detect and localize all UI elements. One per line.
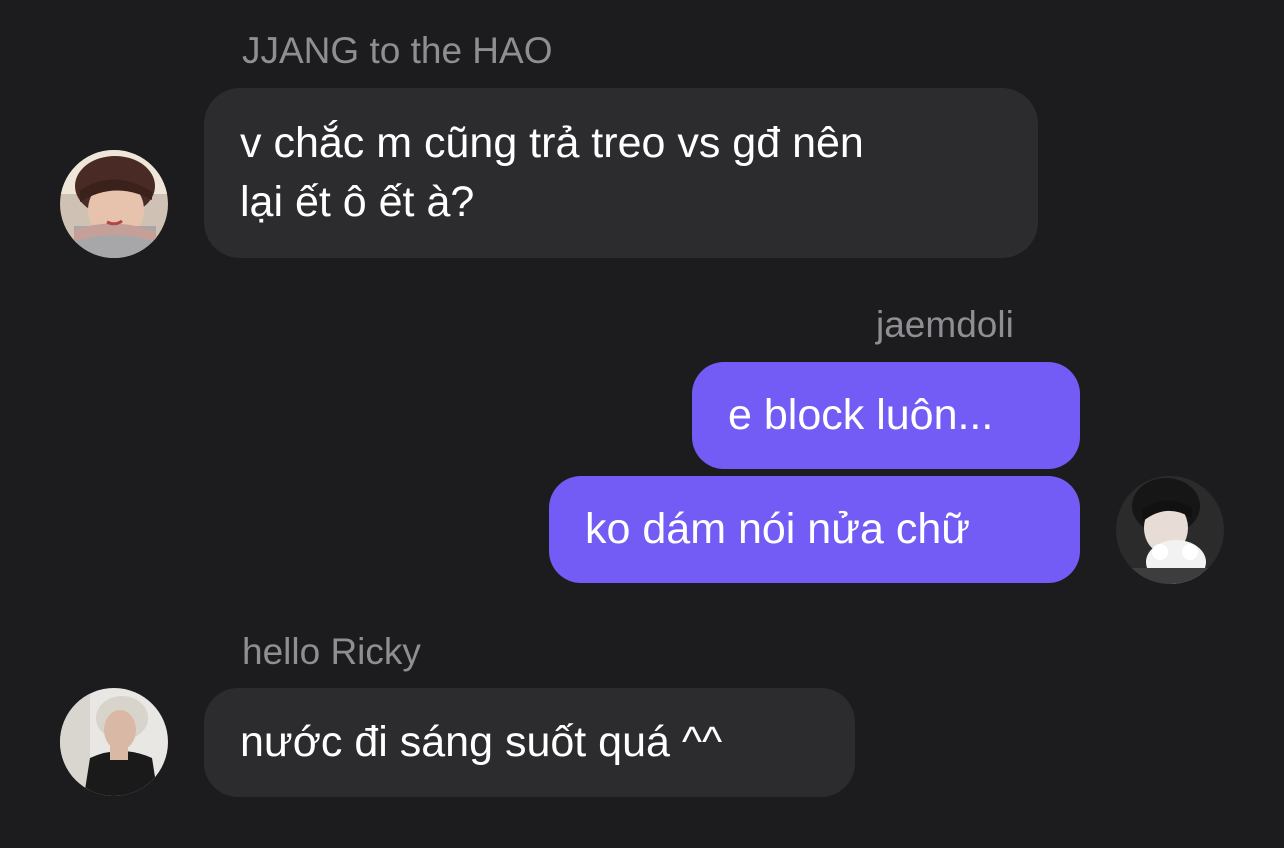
sender-name: hello Ricky (242, 631, 421, 672)
message-text-line: lại ết ô ết à? (240, 178, 475, 226)
message-text-line: nước đi sáng suốt quá ^^ (240, 718, 723, 766)
message-bubble-incoming[interactable]: v chắc m cũng trả treo vs gđ nên lại ết … (204, 88, 1038, 258)
message-text-line: v chắc m cũng trả treo vs gđ nên (240, 119, 864, 167)
message-bubble-outgoing[interactable]: ko dám nói nửa chữ (549, 476, 1080, 583)
sender-name: JJANG to the HAO (242, 30, 553, 71)
avatar[interactable] (60, 150, 168, 258)
avatar[interactable] (1116, 476, 1224, 584)
message-text-line: ko dám nói nửa chữ (585, 505, 971, 553)
user-avatar-photo-icon (60, 150, 168, 258)
message-bubble-outgoing[interactable]: e block luôn... (692, 362, 1080, 469)
avatar[interactable] (60, 688, 168, 796)
user-avatar-photo-icon (1116, 476, 1224, 584)
message-bubble-incoming[interactable]: nước đi sáng suốt quá ^^ (204, 688, 855, 797)
user-avatar-photo-icon (60, 688, 168, 796)
message-text-line: e block luôn... (728, 391, 994, 439)
sender-name: jaemdoli (876, 304, 1014, 345)
